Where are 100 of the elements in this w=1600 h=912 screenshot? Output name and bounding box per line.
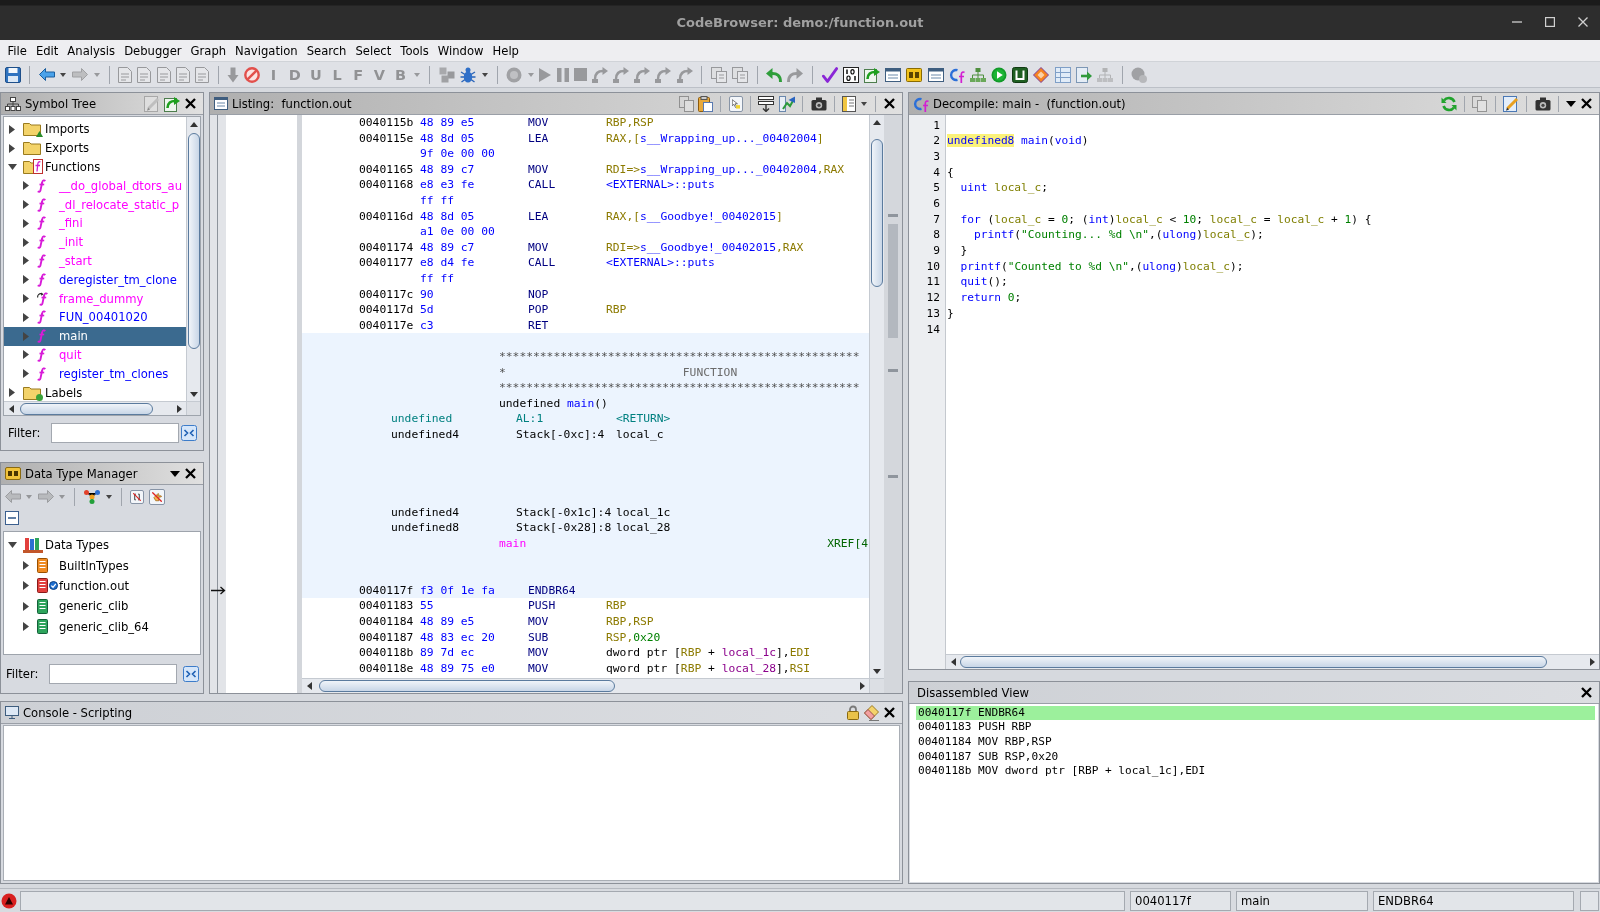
tree-item[interactable]: generic_clib <box>4 596 200 617</box>
tree-expander-icon[interactable] <box>9 388 15 398</box>
menu-item[interactable]: Select <box>351 43 396 58</box>
scroll-right-icon[interactable] <box>176 404 182 413</box>
tree-expander-icon[interactable] <box>23 350 29 360</box>
filter-field[interactable] <box>49 664 177 684</box>
menu-item[interactable]: Search <box>302 43 351 58</box>
menu-item[interactable]: Graph <box>186 43 231 58</box>
clipboard-icon[interactable] <box>698 95 714 112</box>
tree-item[interactable]: main <box>4 326 186 346</box>
scroll-down-icon[interactable] <box>873 668 881 674</box>
overview-marker[interactable] <box>888 214 898 217</box>
chart-arrow-icon[interactable] <box>778 95 795 112</box>
collapse-icon[interactable] <box>4 511 19 525</box>
menu-item[interactable]: Tools <box>395 43 434 58</box>
cf-icon[interactable] <box>948 66 965 83</box>
vertical-scrollbar[interactable] <box>869 115 884 678</box>
scrollbar-thumb[interactable] <box>960 656 1547 668</box>
close-icon[interactable] <box>1580 687 1592 698</box>
menu-item[interactable]: Window <box>433 43 489 58</box>
bug-icon[interactable] <box>459 66 476 83</box>
dropdown-caret-icon[interactable] <box>105 494 112 499</box>
tree-item[interactable]: BuiltInTypes <box>4 555 200 576</box>
tree-expander-icon[interactable] <box>23 561 29 571</box>
tree-expander-icon[interactable] <box>23 200 29 210</box>
play-circle-icon[interactable] <box>991 66 1008 83</box>
disassembly-row[interactable]: 0040118b MOV dword ptr [RBP + local_1c],EDI <box>916 764 1595 779</box>
dropdown-caret-icon[interactable] <box>481 72 488 77</box>
tree-item[interactable]: Exports <box>4 138 186 158</box>
document-refresh-icon[interactable] <box>164 95 181 112</box>
scroll-left-icon[interactable] <box>306 682 312 690</box>
connected-dots-icon[interactable] <box>83 489 100 504</box>
scroll-left-icon[interactable] <box>950 658 956 666</box>
tree-expander-icon[interactable] <box>23 369 29 379</box>
refresh-icon[interactable] <box>1440 95 1457 112</box>
overview-marker[interactable] <box>888 224 898 338</box>
vertical-scrollbar[interactable] <box>186 117 200 401</box>
camera-icon[interactable] <box>810 96 827 111</box>
window-icon[interactable] <box>885 67 902 82</box>
panel-layout-icon[interactable] <box>842 95 857 112</box>
scrollbar-thumb[interactable] <box>20 402 153 415</box>
tree-expander-icon[interactable] <box>23 256 29 266</box>
dropdown-caret-icon[interactable] <box>60 72 67 77</box>
close-icon[interactable] <box>1580 98 1592 109</box>
tree-expander-icon[interactable] <box>23 622 29 632</box>
tree-expander-icon[interactable] <box>23 312 29 322</box>
tree-item[interactable]: deregister_tm_clone <box>4 270 186 290</box>
scroll-left-icon[interactable] <box>8 404 14 413</box>
undo-icon[interactable] <box>766 67 783 82</box>
tree-item[interactable]: register_tm_clones <box>4 364 186 384</box>
tree-expander-icon[interactable] <box>23 275 29 285</box>
scroll-up-icon[interactable] <box>189 121 198 127</box>
tree-item[interactable]: Imports <box>4 120 186 139</box>
tree-expander-icon[interactable] <box>7 542 17 549</box>
tree-item[interactable]: Labels <box>4 383 186 401</box>
dropdown-triangle-icon[interactable] <box>1566 100 1577 107</box>
close-icon[interactable] <box>883 98 895 109</box>
tree-item[interactable]: function.out <box>4 575 200 597</box>
menu-item[interactable]: File <box>3 43 32 58</box>
checkmark-icon[interactable] <box>821 66 838 83</box>
tree-expander-icon[interactable] <box>23 581 29 591</box>
table-icon[interactable] <box>1054 66 1071 83</box>
menu-item[interactable]: Edit <box>31 43 63 58</box>
scroll-up-icon[interactable] <box>873 119 881 125</box>
overview-marker[interactable] <box>888 475 898 478</box>
disassembly-row[interactable]: 0040117f ENDBR64 <box>916 705 1595 721</box>
tree-item[interactable]: Functions <box>4 157 186 177</box>
scrollbar-thumb[interactable] <box>871 139 883 287</box>
binary-icon[interactable] <box>842 66 859 83</box>
tree-expander-icon[interactable] <box>9 124 15 134</box>
menu-item[interactable]: Debugger <box>119 43 187 58</box>
tree-expander-icon[interactable] <box>23 181 29 191</box>
tree-expander-icon[interactable] <box>23 237 29 247</box>
window-icon[interactable] <box>927 67 944 82</box>
hierarchy-icon[interactable] <box>969 67 986 82</box>
document-refresh-icon[interactable] <box>863 66 880 83</box>
scrollbar-thumb[interactable] <box>187 133 200 349</box>
camera-icon[interactable] <box>1534 96 1551 111</box>
crossed-hand-icon[interactable] <box>149 488 166 505</box>
filter-field[interactable] <box>51 423 179 443</box>
document-arrow-icon[interactable] <box>1075 66 1092 83</box>
filter-options-icon[interactable] <box>183 666 199 682</box>
tree-item[interactable]: FUN_00401020 <box>4 307 186 327</box>
horizontal-scrollbar[interactable] <box>4 401 186 415</box>
left-arrow-icon[interactable] <box>38 68 55 81</box>
tree-item[interactable]: generic_clib_64 <box>4 616 200 637</box>
menu-item[interactable]: Navigation <box>230 43 303 58</box>
filter-options-icon[interactable] <box>181 425 197 441</box>
close-icon[interactable] <box>184 468 196 479</box>
tree-expander-icon[interactable] <box>23 218 29 228</box>
scroll-right-icon[interactable] <box>859 682 865 690</box>
tree-expander-icon[interactable] <box>9 143 15 153</box>
scroll-down-icon[interactable] <box>189 391 198 397</box>
overview-marker[interactable] <box>888 369 898 372</box>
disassembly-row[interactable]: 00401183 PUSH RBP <box>916 720 1595 735</box>
scrollbar-thumb[interactable] <box>319 680 615 692</box>
document-pencil-icon[interactable] <box>1502 95 1519 112</box>
dropdown-triangle-icon[interactable] <box>170 470 181 477</box>
field-list-icon[interactable] <box>758 95 775 112</box>
tray-icon[interactable] <box>906 67 923 82</box>
